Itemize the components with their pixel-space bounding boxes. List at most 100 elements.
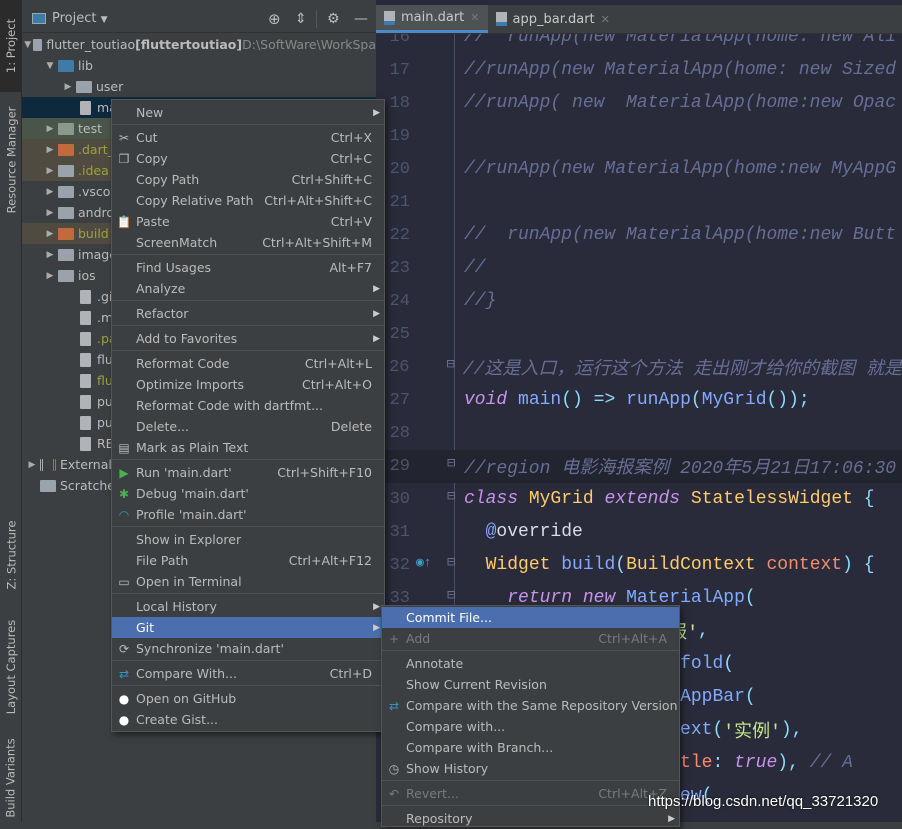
menu-item-compare-with-the-same-repository-version[interactable]: ⇄ Compare with the Same Repository Versio… [382, 695, 679, 716]
folder-icon [58, 269, 74, 282]
chevron-right-icon[interactable]: ▶ [44, 187, 56, 197]
code-line: 32 ◉↑ ⊟ Widget build(BuildContext context)… [376, 549, 902, 582]
gutter [416, 318, 464, 351]
menu-item-shortcut: Ctrl+X [330, 130, 372, 145]
code-token: Widget [485, 555, 551, 575]
menu-item-screenmatch[interactable]: ScreenMatch Ctrl+Alt+Shift+M [112, 232, 384, 253]
dart-file-icon [80, 100, 91, 115]
gutter [416, 54, 464, 87]
menu-item-optimize-imports[interactable]: Optimize Imports Ctrl+Alt+O [112, 374, 384, 395]
menu-item-copy-path[interactable]: Copy Path Ctrl+Shift+C [112, 169, 384, 190]
tool-window-project[interactable]: 1: Project [0, 0, 22, 92]
menu-item-annotate[interactable]: Annotate [382, 653, 679, 674]
menu-item-compare-with[interactable]: ⇄ Compare With... Ctrl+D [112, 663, 384, 684]
editor-tabs: main.dart ✕ app_bar.dart ✕ [376, 5, 902, 34]
chevron-right-icon[interactable]: ▶ [44, 145, 56, 155]
chevron-right-icon[interactable]: ▶ [26, 460, 38, 470]
menu-item-open-in-terminal[interactable]: ▭ Open in Terminal [112, 571, 384, 592]
project-view-selector[interactable]: Project ▼ [52, 11, 108, 26]
gear-icon[interactable]: ⚙ [327, 11, 340, 27]
minimize-icon[interactable]: — [354, 11, 368, 27]
submenu-arrow-icon: ▶ [373, 622, 380, 633]
tab-main-dart[interactable]: main.dart ✕ [376, 5, 488, 33]
menu-item-cut[interactable]: ✂ Cut Ctrl+X [112, 127, 384, 148]
menu-item-commit-file[interactable]: Commit File... [382, 607, 679, 628]
fold-icon[interactable]: ⊟ [447, 554, 455, 571]
chevron-right-icon[interactable]: ▶ [44, 124, 56, 134]
menu-item-compare-with-branch[interactable]: Compare with Branch... [382, 737, 679, 758]
menu-item-find-usages[interactable]: Find Usages Alt+F7 [112, 257, 384, 278]
menu-item-git[interactable]: Git ▶ [112, 617, 384, 638]
menu-item-synchronize-main-dart[interactable]: ⟳ Synchronize 'main.dart' [112, 638, 384, 659]
menu-item-shortcut: Alt+F7 [329, 260, 372, 275]
fold-icon[interactable]: ⊟ [447, 587, 455, 604]
menu-item-reformat-code[interactable]: Reformat Code Ctrl+Alt+L [112, 353, 384, 374]
chevron-down-icon[interactable]: ▼ [24, 40, 31, 50]
menu-item-label: Delete... [136, 419, 189, 434]
menu-item-add[interactable]: + Add Ctrl+Alt+A [382, 628, 679, 649]
chevron-right-icon[interactable]: ▶ [44, 166, 56, 176]
tool-window-structure[interactable]: Z: Structure [0, 510, 22, 600]
menu-item-label: Annotate [406, 656, 464, 671]
fold-icon[interactable]: ⊟ [447, 356, 455, 373]
menu-item-open-on-github[interactable]: ● Open on GitHub [112, 688, 384, 709]
gutter [416, 186, 464, 219]
menu-item-copy-relative-path[interactable]: Copy Relative Path Ctrl+Alt+Shift+C [112, 190, 384, 211]
chevron-right-icon[interactable]: ▶ [62, 82, 74, 92]
menu-item-delete[interactable]: Delete... Delete [112, 416, 384, 437]
menu-item-shortcut: Delete [330, 419, 372, 434]
fold-icon[interactable]: ⊟ [447, 488, 455, 505]
menu-item-revert[interactable]: ↶ Revert... Ctrl+Alt+Z [382, 783, 679, 804]
text-file-icon [80, 310, 91, 325]
chevron-right-icon[interactable]: ▶ [44, 271, 56, 281]
menu-item-label: Add [406, 631, 431, 646]
menu-item-add-to-favorites[interactable]: Add to Favorites ▶ [112, 328, 384, 349]
menu-item-shortcut: Ctrl+C [330, 151, 372, 166]
folder-icon [58, 185, 74, 198]
menu-item-run-main-dart[interactable]: ▶ Run 'main.dart' Ctrl+Shift+F10 [112, 462, 384, 483]
override-marker-icon[interactable]: ◉↑ [416, 555, 432, 570]
menu-item-paste[interactable]: 📋 Paste Ctrl+V [112, 211, 384, 232]
code-line: 17 //runApp(new MaterialApp(home: new Siz… [376, 54, 902, 87]
menu-item-show-current-revision[interactable]: Show Current Revision [382, 674, 679, 695]
chevron-down-icon[interactable]: ▼ [44, 61, 56, 71]
menu-item-show-in-explorer[interactable]: Show in Explorer [112, 529, 384, 550]
close-icon[interactable]: ✕ [601, 13, 610, 26]
chevron-right-icon[interactable]: ▶ [44, 250, 56, 260]
tool-window-resource-manager[interactable]: Resource Manager [0, 100, 22, 220]
fold-icon[interactable]: ⊟ [447, 455, 455, 472]
menu-item-debug-main-dart[interactable]: ✱ Debug 'main.dart' [112, 483, 384, 504]
collapse-all-icon[interactable]: ⇕ [295, 11, 307, 27]
menu-item-shortcut: Ctrl+Alt+Shift+M [262, 235, 372, 250]
locate-icon[interactable]: ⊕ [268, 10, 281, 28]
tab-app_bar-dart[interactable]: app_bar.dart ✕ [488, 5, 618, 33]
tool-window-layout-captures[interactable]: Layout Captures [0, 612, 22, 722]
tree-item[interactable]: ▼ flutter_toutiao [fluttertoutiao] D:\Sof… [22, 34, 376, 55]
close-icon[interactable]: ✕ [470, 11, 479, 24]
menu-item-repository[interactable]: Repository ▶ [382, 808, 679, 829]
chevron-right-icon[interactable]: ▶ [44, 208, 56, 218]
tree-item[interactable]: ▶ user [22, 76, 376, 97]
menu-item-compare-with[interactable]: Compare with... [382, 716, 679, 737]
plus-icon: + [388, 631, 400, 646]
menu-item-mark-as-plain-text[interactable]: ▤ Mark as Plain Text [112, 437, 384, 458]
chevron-right-icon[interactable]: ▶ [44, 229, 56, 239]
menu-item-copy[interactable]: ❐ Copy Ctrl+C [112, 148, 384, 169]
menu-item-profile-main-dart[interactable]: ◠ Profile 'main.dart' [112, 504, 384, 525]
menu-item-create-gist[interactable]: ● Create Gist... [112, 709, 384, 730]
code-line: 18//runApp( new MaterialApp(home:new Opa… [376, 87, 902, 120]
tool-window-label: Layout Captures [4, 619, 18, 715]
menu-item-show-history[interactable]: ◷ Show History [382, 758, 679, 779]
menu-item-file-path[interactable]: File Path Ctrl+Alt+F12 [112, 550, 384, 571]
menu-item-analyze[interactable]: Analyze ▶ [112, 278, 384, 299]
menu-item-shortcut: Ctrl+Shift+F10 [277, 465, 372, 480]
tree-item[interactable]: ▼ lib [22, 55, 376, 76]
menu-item-reformat-code-with-dartfmt[interactable]: Reformat Code with dartfmt... [112, 395, 384, 416]
menu-item-local-history[interactable]: Local History ▶ [112, 596, 384, 617]
tool-window-build-variants[interactable]: Build Variants [0, 735, 22, 820]
menu-item-refactor[interactable]: Refactor ▶ [112, 303, 384, 324]
tool-window-strip: 1: Project Resource Manager Z: Structure… [0, 0, 22, 822]
menu-item-new[interactable]: New ▶ [112, 102, 384, 123]
